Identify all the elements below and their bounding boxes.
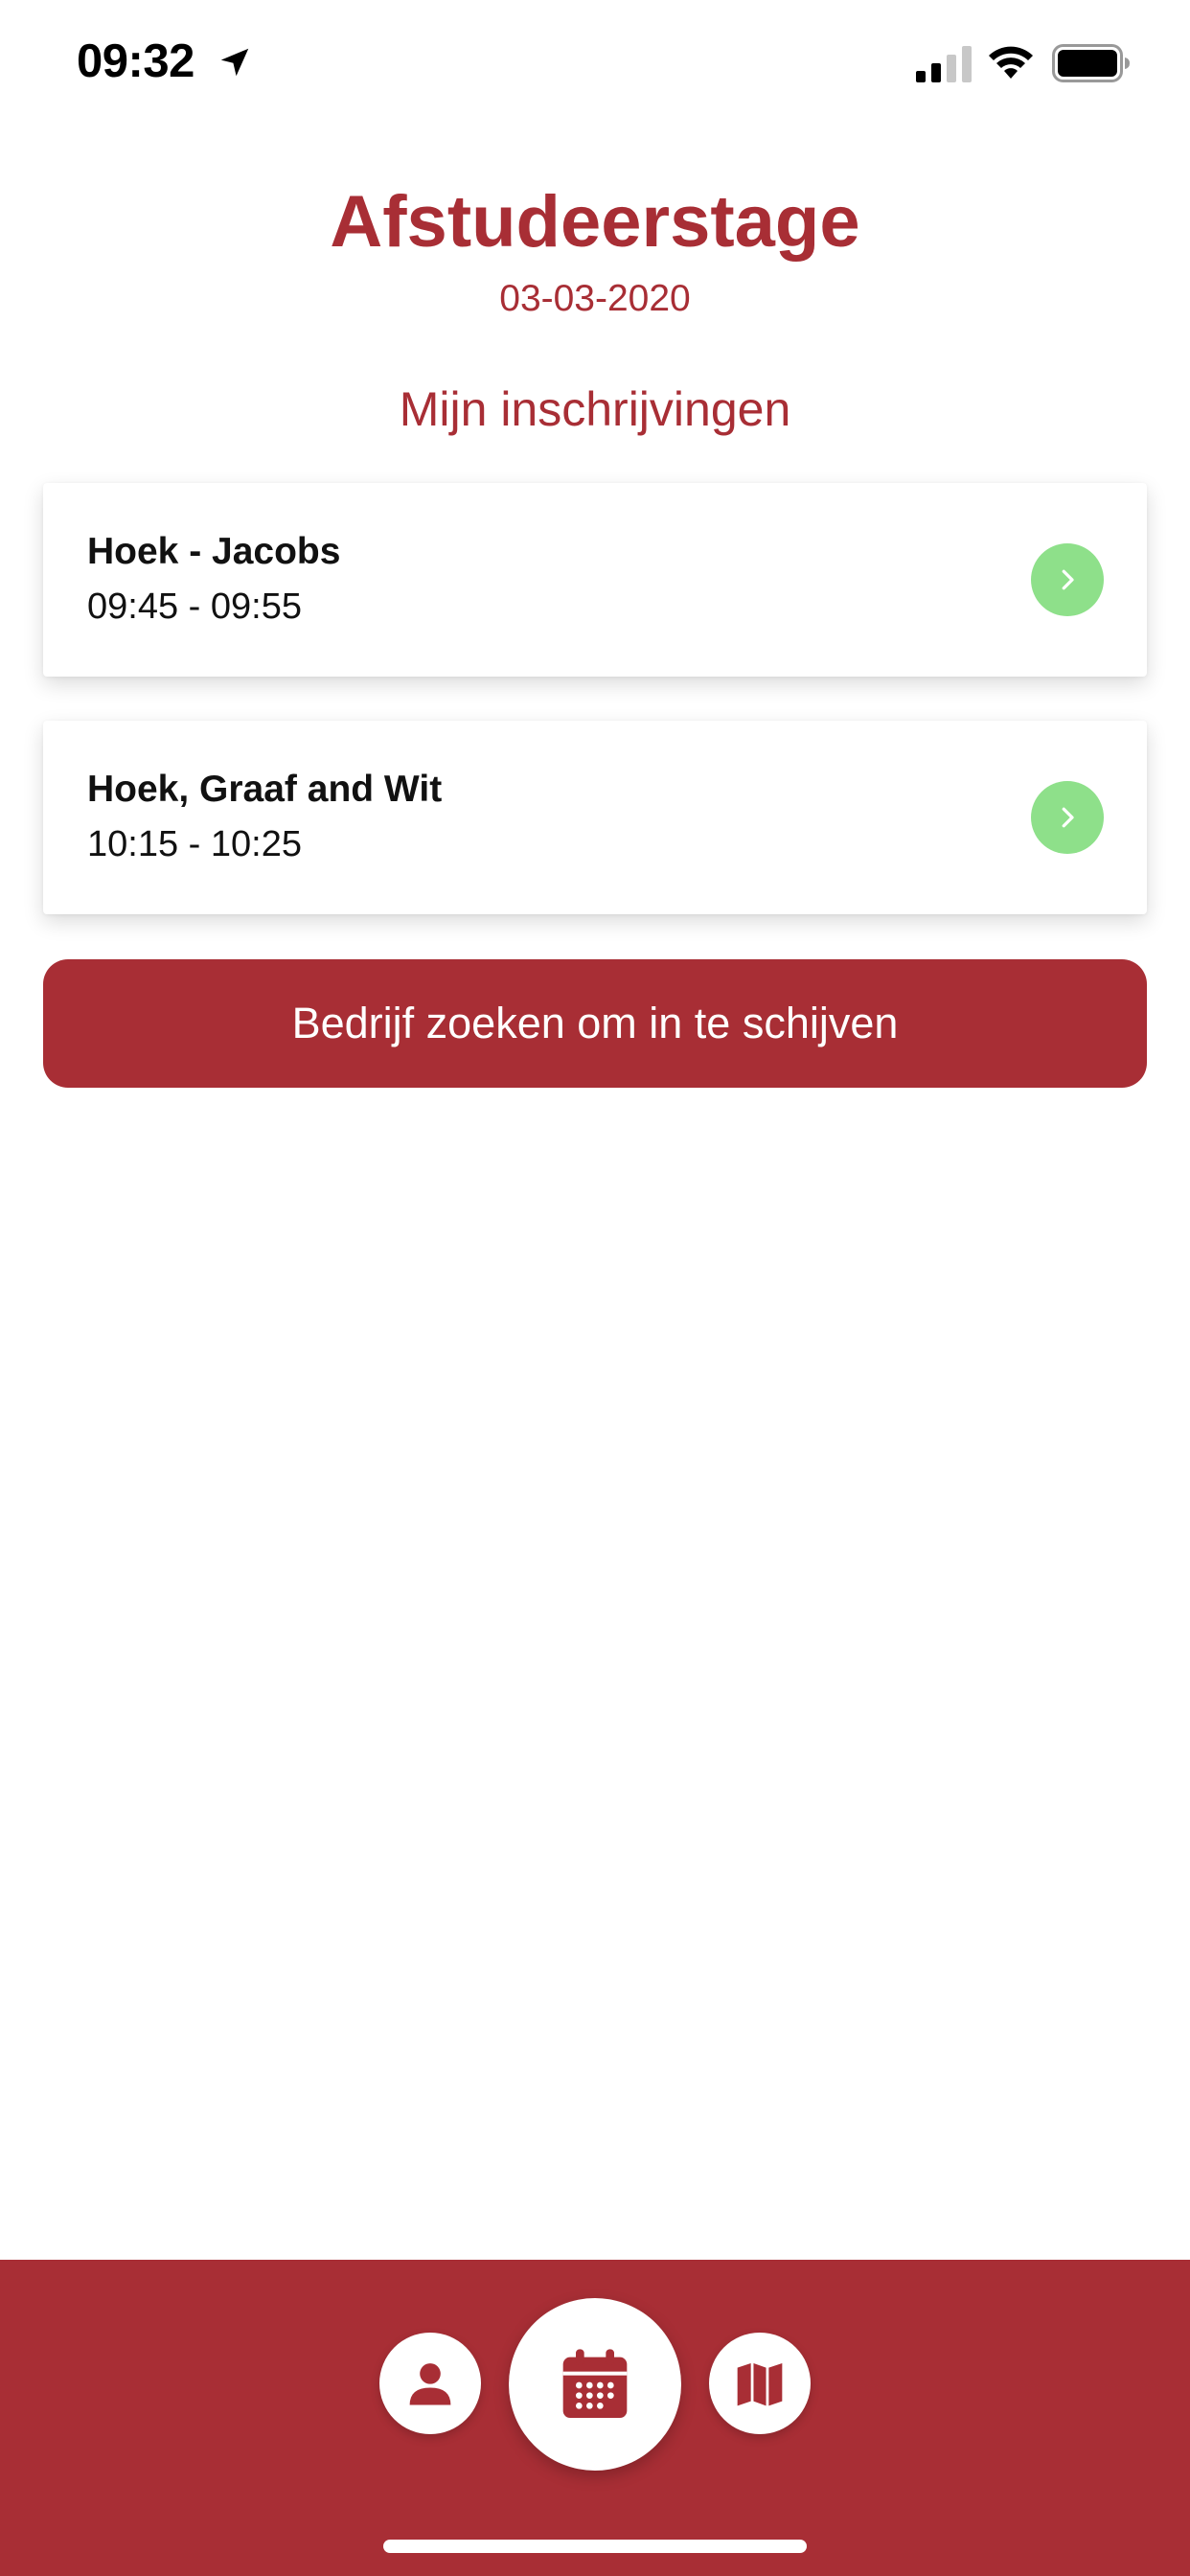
page-title: Afstudeerstage	[330, 181, 860, 263]
chevron-right-icon	[1062, 569, 1074, 590]
calendar-icon	[562, 2349, 628, 2418]
search-company-button[interactable]: Bedrijf zoeken om in te schijven	[43, 959, 1147, 1088]
open-registration-button[interactable]	[1031, 543, 1104, 616]
status-time: 09:32	[77, 35, 195, 87]
nav-profile-button[interactable]	[379, 2333, 481, 2434]
cellular-signal-icon	[916, 46, 972, 82]
bottom-nav	[0, 2260, 1190, 2576]
open-registration-button[interactable]	[1031, 781, 1104, 854]
registration-card[interactable]: Hoek, Graaf and Wit 10:15 - 10:25	[43, 721, 1147, 914]
registration-card[interactable]: Hoek - Jacobs 09:45 - 09:55	[43, 483, 1147, 677]
app-screen: 09:32 Afstudeerstage 03-03-2020 Mijn ins…	[0, 0, 1190, 2576]
company-name: Hoek - Jacobs	[87, 531, 341, 572]
section-heading: Mijn inschrijvingen	[399, 382, 791, 436]
map-icon	[737, 2363, 783, 2406]
person-icon	[409, 2363, 451, 2405]
status-bar: 09:32	[0, 0, 1190, 126]
location-arrow-icon	[220, 48, 249, 77]
nav-calendar-button[interactable]	[509, 2298, 681, 2471]
page-date: 03-03-2020	[499, 278, 691, 319]
chevron-right-icon	[1062, 807, 1074, 828]
time-slot: 09:45 - 09:55	[87, 586, 302, 627]
company-name: Hoek, Graaf and Wit	[87, 769, 443, 810]
time-slot: 10:15 - 10:25	[87, 824, 302, 864]
battery-icon	[1052, 44, 1130, 82]
wifi-icon	[989, 46, 1033, 79]
home-indicator	[383, 2540, 807, 2553]
nav-map-button[interactable]	[709, 2333, 811, 2434]
